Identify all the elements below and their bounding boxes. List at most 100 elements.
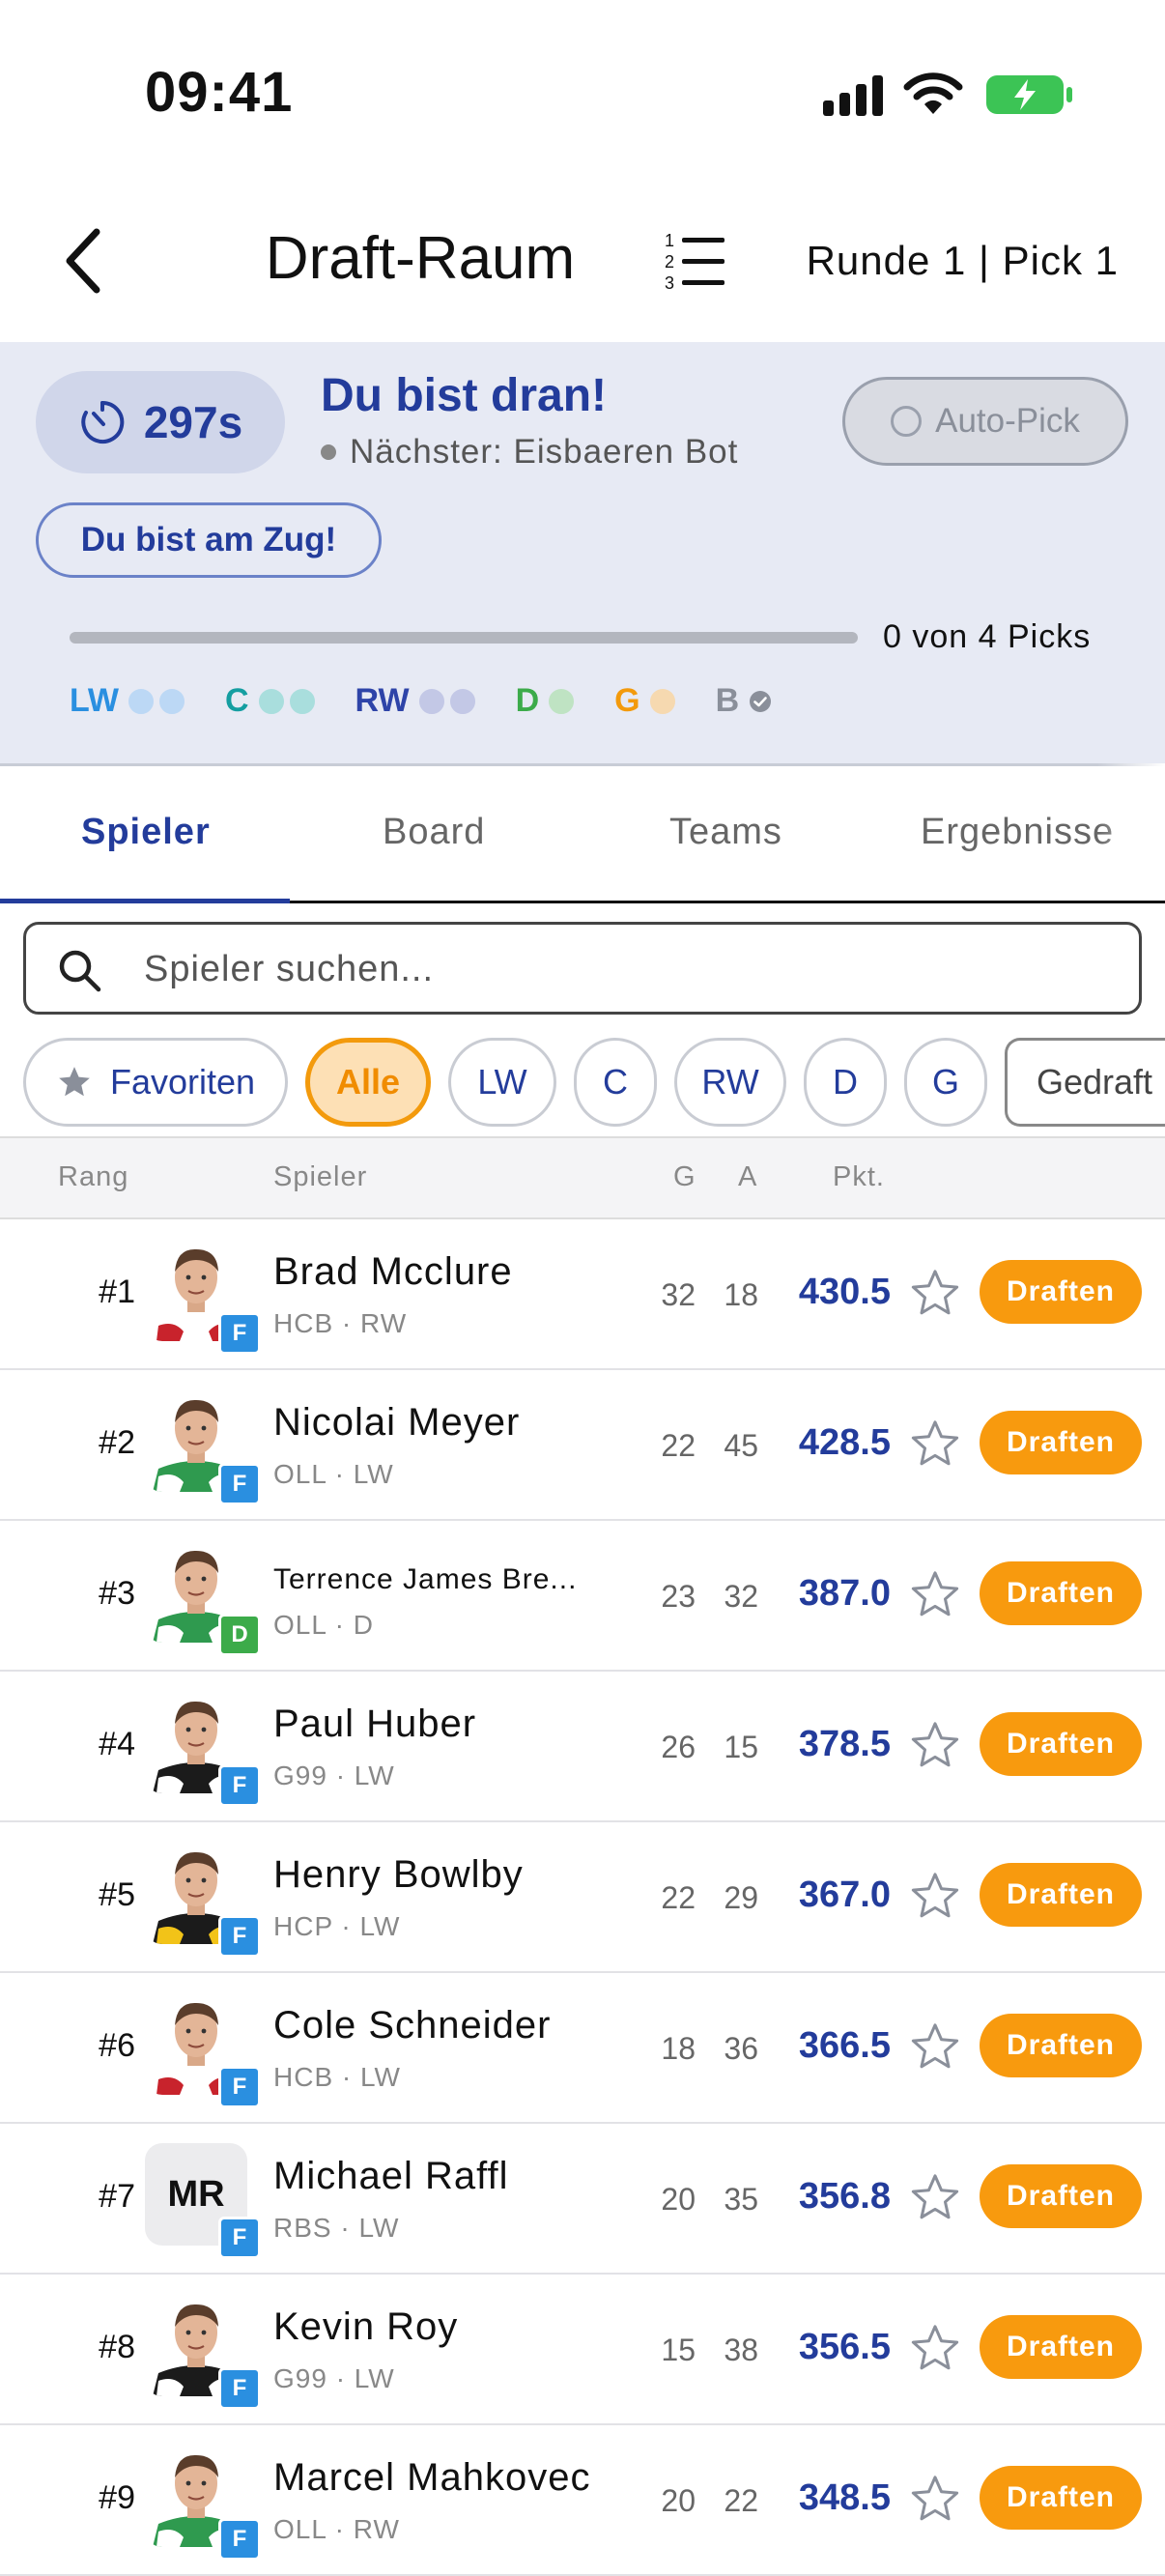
filter-favorites[interactable]: Favoriten xyxy=(23,1038,288,1127)
position-slot-b: B xyxy=(716,682,773,720)
position-badge: F xyxy=(218,2217,261,2259)
filter-drafted[interactable]: Gedraft xyxy=(1005,1038,1165,1127)
draft-button[interactable]: Draften xyxy=(980,1863,1142,1927)
star-outline-icon[interactable] xyxy=(908,2321,962,2375)
col-player: Spieler xyxy=(273,1161,368,1192)
player-goals: 32 xyxy=(661,1277,696,1312)
col-points: Pkt. xyxy=(833,1161,885,1192)
star-outline-icon[interactable] xyxy=(908,1266,962,1320)
draft-button[interactable]: Draften xyxy=(980,1712,1142,1776)
tab-ergebnisse[interactable]: Ergebnisse xyxy=(921,812,1114,853)
filter-g[interactable]: G xyxy=(904,1038,987,1127)
col-rank: Rang xyxy=(58,1161,129,1192)
draft-button[interactable]: Draften xyxy=(980,2014,1142,2077)
player-points: 356.8 xyxy=(798,2176,891,2217)
position-badge: F xyxy=(218,1915,261,1958)
player-points: 348.5 xyxy=(798,2477,891,2518)
player-row[interactable]: #9 F Marcel Mahkovec OLL · RW 20 22 348.5 Draft… xyxy=(0,2423,1165,2576)
player-rank: #5 xyxy=(99,1876,135,1913)
check-circle-icon xyxy=(750,690,772,712)
draft-button[interactable]: Draften xyxy=(980,2315,1142,2379)
player-row[interactable]: #6 F Cole Schneider HCB · LW 18 36 366.5 Drafte… xyxy=(0,1971,1165,2124)
auto-pick-toggle[interactable]: Auto-Pick xyxy=(842,377,1128,466)
pick-timer: 297s xyxy=(36,371,285,473)
slot-dot xyxy=(289,688,315,714)
star-outline-icon[interactable] xyxy=(908,1718,962,1772)
player-points: 387.0 xyxy=(798,1573,891,1614)
player-rank: #7 xyxy=(99,2178,135,2215)
draft-button[interactable]: Draften xyxy=(980,2466,1142,2530)
star-outline-icon[interactable] xyxy=(908,2019,962,2074)
player-name: Henry Bowlby xyxy=(273,1853,524,1896)
player-assists: 29 xyxy=(724,1880,758,1915)
round-pick-info: Runde 1 | Pick 1 xyxy=(806,238,1119,283)
position-badge: F xyxy=(218,1312,261,1355)
tab-bar: Spieler Board Teams Ergebnisse xyxy=(0,763,1165,903)
auto-pick-label: Auto-Pick xyxy=(935,402,1080,440)
position-label: C xyxy=(224,682,249,719)
tab-teams[interactable]: Teams xyxy=(669,812,782,853)
player-rank: #6 xyxy=(99,2027,135,2064)
player-row[interactable]: #8 F Kevin Roy G99 · LW 15 38 356.5 Draften xyxy=(0,2273,1165,2425)
star-outline-icon[interactable] xyxy=(908,1567,962,1621)
status-time: 09:41 xyxy=(145,61,294,124)
turn-title: Du bist dran! xyxy=(321,370,607,421)
svg-text:2: 2 xyxy=(665,252,674,272)
filter-lw[interactable]: LW xyxy=(448,1038,556,1127)
position-badge: D xyxy=(218,1614,261,1656)
signal-icon xyxy=(823,75,883,116)
player-row[interactable]: #7 MR F Michael Raffl RBS · LW 20 35 356.8 Draft… xyxy=(0,2122,1165,2275)
star-outline-icon[interactable] xyxy=(908,1869,962,1923)
player-rank: #3 xyxy=(99,1575,135,1612)
filter-c[interactable]: C xyxy=(574,1038,657,1127)
picks-count: 0 von 4 Picks xyxy=(883,618,1092,655)
player-search xyxy=(23,922,1142,1015)
player-goals: 18 xyxy=(661,2031,696,2066)
player-assists: 18 xyxy=(724,1277,758,1312)
player-row[interactable]: #1 F Brad Mcclure HCB · RW 32 18 430.5 Draften xyxy=(0,1217,1165,1370)
player-points: 428.5 xyxy=(798,1422,891,1463)
svg-text:3: 3 xyxy=(665,273,674,292)
player-team-position: HCP · LW xyxy=(273,1911,401,1941)
filter-favorites-label: Favoriten xyxy=(109,1062,256,1102)
player-goals: 26 xyxy=(661,1730,696,1764)
player-team-position: OLL · D xyxy=(273,1610,374,1640)
ranked-list-icon[interactable]: 1 2 3 xyxy=(665,230,726,292)
picks-progress-bar xyxy=(70,632,858,644)
player-goals: 20 xyxy=(661,2182,696,2217)
next-picker: Nächster: Eisbaeren Bot xyxy=(321,433,738,472)
col-assists: A xyxy=(738,1161,758,1192)
star-outline-icon[interactable] xyxy=(908,1417,962,1471)
svg-text:1: 1 xyxy=(665,231,674,250)
player-points: 366.5 xyxy=(798,2025,891,2066)
battery-charging-icon xyxy=(986,75,1072,114)
player-row[interactable]: #2 F Nicolai Meyer OLL · LW 22 45 428.5 Draften xyxy=(0,1368,1165,1521)
tab-board[interactable]: Board xyxy=(383,812,485,853)
star-outline-icon[interactable] xyxy=(908,2472,962,2526)
star-filled-icon xyxy=(59,1067,90,1097)
player-row[interactable]: #5 F Henry Bowlby HCP · LW 22 29 367.0 Draften xyxy=(0,1820,1165,1973)
filter-rw[interactable]: RW xyxy=(674,1038,786,1127)
draft-button[interactable]: Draften xyxy=(980,1260,1142,1324)
draft-button[interactable]: Draften xyxy=(980,1561,1142,1625)
player-rank: #8 xyxy=(99,2329,135,2365)
slot-dot xyxy=(258,688,284,714)
position-badge: F xyxy=(218,2518,261,2561)
player-row[interactable]: #3 D Terrence James Bre... OLL · D 23 32 387.0… xyxy=(0,1519,1165,1672)
player-assists: 15 xyxy=(724,1730,758,1764)
player-team-position: G99 · LW xyxy=(273,2363,395,2393)
draft-button[interactable]: Draften xyxy=(980,2164,1142,2228)
player-goals: 22 xyxy=(661,1428,696,1463)
player-rank: #4 xyxy=(99,1726,135,1762)
draft-button[interactable]: Draften xyxy=(980,1411,1142,1474)
tab-spieler[interactable]: Spieler xyxy=(81,812,211,853)
timer-value: 297s xyxy=(143,397,243,447)
player-row[interactable]: #4 F Paul Huber G99 · LW 26 15 378.5 Draften xyxy=(0,1670,1165,1822)
slot-dot xyxy=(449,688,475,714)
position-badge: F xyxy=(218,1463,261,1505)
search-input[interactable] xyxy=(142,942,1073,996)
filter-all[interactable]: Alle xyxy=(305,1038,431,1127)
timer-icon xyxy=(81,400,125,444)
star-outline-icon[interactable] xyxy=(908,2170,962,2224)
filter-d[interactable]: D xyxy=(804,1038,887,1127)
